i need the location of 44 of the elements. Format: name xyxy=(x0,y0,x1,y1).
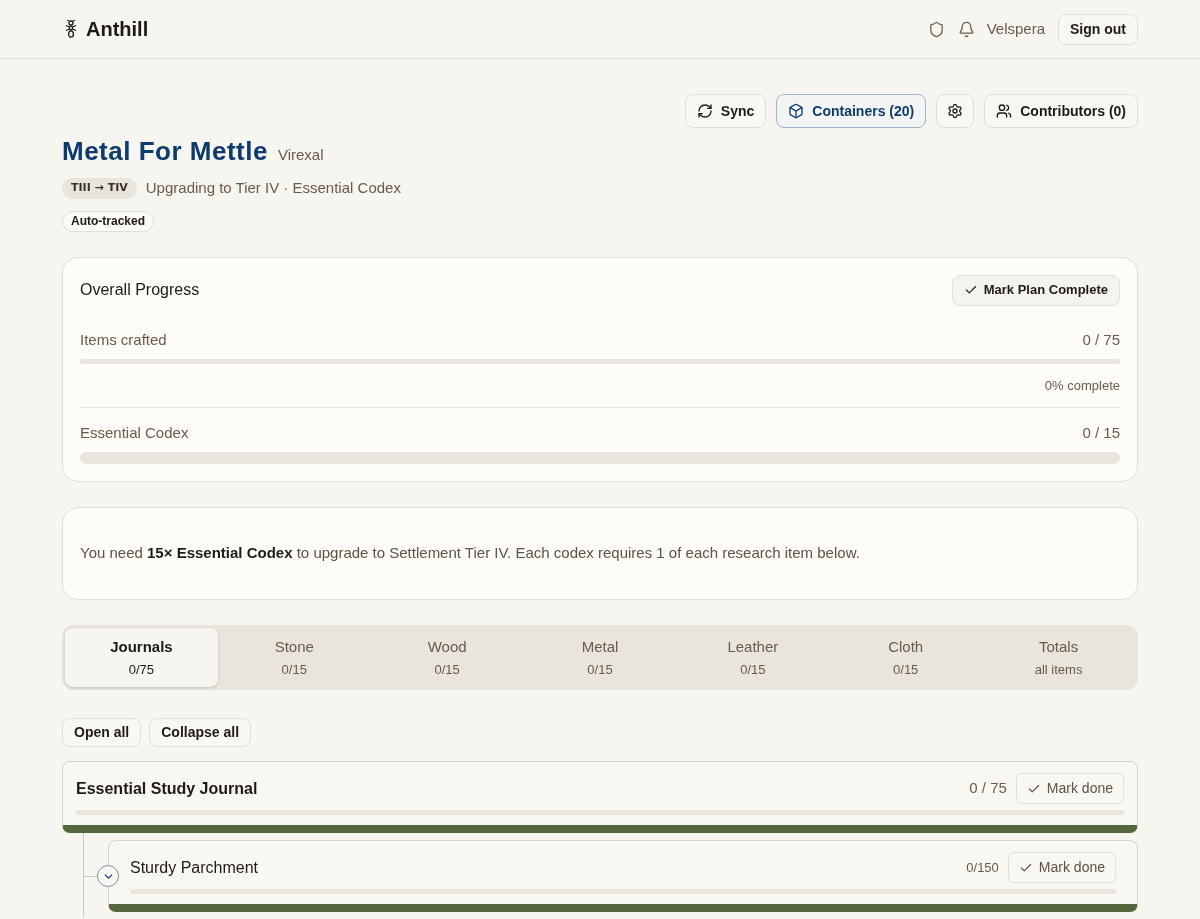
category-tab[interactable]: Leather 0/15 xyxy=(676,628,830,687)
settings-icon xyxy=(947,103,964,119)
sync-icon xyxy=(696,103,713,119)
plan-owner: Virexal xyxy=(277,145,324,165)
meter-reading: 0 / 75 xyxy=(1082,329,1120,350)
meter-label: Essential Codex xyxy=(80,422,189,443)
info-text: You need 15× Essential Codex to upgrade to Settlement Tier IV. Each codex requires 1 of each research item below. xyxy=(80,543,860,564)
toolbar-button[interactable]: Containers (20) xyxy=(776,94,927,128)
cube-icon xyxy=(788,103,805,119)
category-tab[interactable]: Totals all items xyxy=(982,628,1135,687)
settings-button[interactable] xyxy=(936,94,975,128)
app-logo-text[interactable]: Anthill xyxy=(86,14,149,44)
item-count: 0 / 75 xyxy=(969,778,1007,799)
category-tab[interactable]: Cloth 0/15 xyxy=(829,628,983,687)
category-tab[interactable]: Journals 0/75 xyxy=(65,628,218,687)
ant-logo-icon xyxy=(65,20,77,38)
toolbar-button[interactable]: Contributors (0) xyxy=(984,94,1138,128)
toggle-all-button[interactable]: Collapse all xyxy=(149,718,252,747)
sign-out-button[interactable]: Sign out xyxy=(1058,13,1138,45)
users-icon xyxy=(996,103,1013,119)
toggle-all-button[interactable]: Open all xyxy=(62,718,142,747)
card-title: Overall Progress xyxy=(80,280,200,300)
plan-title: Metal For Mettle xyxy=(62,135,268,168)
mark-done-button[interactable]: Mark done xyxy=(1007,852,1116,883)
mark-done-button[interactable]: Mark done xyxy=(1015,773,1124,804)
shield-icon[interactable] xyxy=(927,20,945,38)
meter-reading: 0 / 15 xyxy=(1082,422,1120,443)
user-name: Velspera xyxy=(986,18,1045,39)
category-tab[interactable]: Stone 0/15 xyxy=(217,628,371,687)
expand-toggle-button[interactable] xyxy=(97,865,119,887)
percent-complete: 0% complete xyxy=(1044,377,1120,395)
check-icon xyxy=(963,283,978,297)
bell-icon[interactable] xyxy=(957,20,975,38)
toolbar-button[interactable]: Sync xyxy=(684,94,767,128)
auto-tracked-tag: Auto-tracked xyxy=(62,210,154,232)
item-name: Sturdy Parchment xyxy=(130,857,259,878)
mark-plan-complete-button[interactable]: Mark Plan Complete xyxy=(951,274,1120,306)
meter-label: Items crafted xyxy=(80,329,167,350)
tier-badge: TIII → TIV xyxy=(62,177,137,199)
item-name: Essential Study Journal xyxy=(76,778,258,799)
plan-subtitle: Upgrading to Tier IV · Essential Codex xyxy=(145,178,401,198)
category-tab[interactable]: Wood 0/15 xyxy=(370,628,524,687)
category-tab[interactable]: Metal 0/15 xyxy=(523,628,677,687)
item-count: 0/150 xyxy=(966,858,999,877)
